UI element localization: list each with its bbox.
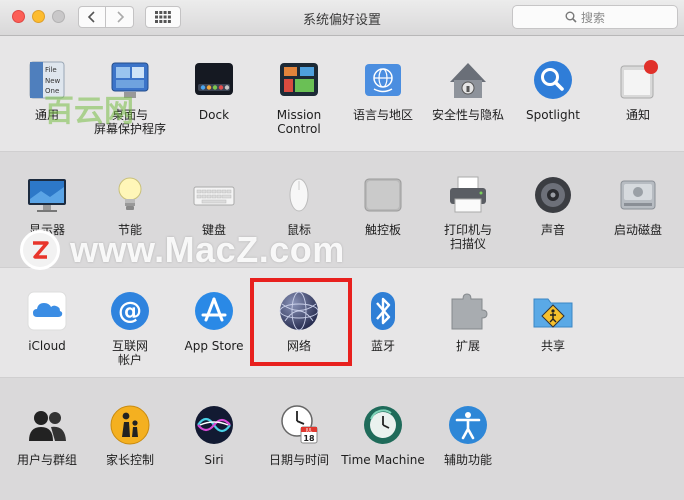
pref-pane-users-groups[interactable]: 用户与群组	[5, 403, 89, 467]
general-icon: File New One	[25, 58, 69, 102]
pref-pane-label: App Store	[184, 339, 244, 353]
pref-pane-label: 触控板	[364, 223, 401, 237]
pref-pane-internet-accounts[interactable]: @ 互联网 帐户	[88, 289, 172, 367]
pref-pane-icloud[interactable]: iCloud	[5, 289, 89, 353]
pref-pane-accessibility[interactable]: 辅助功能	[426, 403, 510, 467]
highlight-box	[250, 278, 352, 366]
pref-pane-app-store[interactable]: App Store	[172, 289, 256, 353]
users-groups-icon	[25, 403, 69, 447]
pref-pane-printer-scanner[interactable]: 打印机与 扫描仪	[426, 173, 510, 251]
spotlight-icon	[531, 58, 575, 102]
energy-saver-icon	[108, 173, 152, 217]
pref-pane-startup-disk[interactable]: 启动磁盘	[596, 173, 680, 237]
pref-pane-label: 键盘	[201, 223, 226, 237]
pref-pane-date-time[interactable]: JUL 18 日期与时间	[257, 403, 341, 467]
search-placeholder: 搜索	[581, 10, 606, 25]
svg-text:JUL: JUL	[305, 427, 313, 432]
pref-pane-mouse[interactable]: 鼠标	[257, 173, 341, 237]
printer-scanner-icon	[446, 173, 490, 217]
pref-pane-label: 启动磁盘	[613, 223, 662, 237]
pref-pane-sharing[interactable]: 共享	[511, 289, 595, 353]
app-store-icon	[192, 289, 236, 333]
pref-pane-trackpad[interactable]: 触控板	[341, 173, 425, 237]
pref-pane-label: Dock	[198, 108, 230, 122]
pref-pane-label: 共享	[540, 339, 565, 353]
pref-pane-time-machine[interactable]: Time Machine	[341, 403, 425, 467]
pref-pane-label: 桌面与 屏幕保护程序	[93, 108, 166, 136]
sharing-icon	[531, 289, 575, 333]
mouse-icon	[277, 173, 321, 217]
pref-pane-label: Spotlight	[526, 108, 580, 122]
pref-pane-label: 节能	[117, 223, 142, 237]
dock-icon	[192, 58, 236, 102]
pref-pane-label: 通用	[34, 108, 59, 122]
displays-icon	[25, 173, 69, 217]
svg-text:18: 18	[303, 434, 315, 443]
pref-pane-energy-saver[interactable]: 节能	[88, 173, 172, 237]
pref-pane-label: 用户与群组	[16, 453, 77, 467]
pref-pane-sound[interactable]: 声音	[511, 173, 595, 237]
pref-pane-label: 通知	[625, 108, 650, 122]
language-region-icon	[361, 58, 405, 102]
pref-pane-label: 扩展	[455, 339, 480, 353]
desktop-screensaver-icon	[108, 58, 152, 102]
accessibility-icon	[446, 403, 490, 447]
pref-pane-general[interactable]: File New One 通用	[5, 58, 89, 122]
date-time-icon: JUL 18	[277, 403, 321, 447]
pref-pane-siri[interactable]: Siri	[172, 403, 256, 467]
search-field[interactable]: 搜索	[512, 5, 678, 29]
pref-pane-displays[interactable]: 显示器	[5, 173, 89, 237]
pref-pane-spotlight[interactable]: Spotlight	[511, 58, 595, 122]
pref-pane-label: 语言与地区	[352, 108, 413, 122]
pref-pane-security-privacy[interactable]: 安全性与隐私	[426, 58, 510, 122]
pref-pane-label: 显示器	[28, 223, 65, 237]
pref-pane-dock[interactable]: Dock	[172, 58, 256, 122]
pref-pane-bluetooth[interactable]: 蓝牙	[341, 289, 425, 353]
svg-text:One: One	[45, 87, 59, 95]
pref-pane-label: 互联网 帐户	[111, 339, 148, 367]
siri-icon	[192, 403, 236, 447]
time-machine-icon	[361, 403, 405, 447]
pref-pane-label: Siri	[204, 453, 224, 467]
pref-pane-keyboard[interactable]: 键盘	[172, 173, 256, 237]
pref-pane-desktop-screensaver[interactable]: 桌面与 屏幕保护程序	[88, 58, 172, 136]
notifications-icon	[616, 58, 660, 102]
startup-disk-icon	[616, 173, 660, 217]
pref-pane-label: 声音	[540, 223, 565, 237]
icloud-icon	[25, 289, 69, 333]
bluetooth-icon	[361, 289, 405, 333]
mission-control-icon	[277, 58, 321, 102]
pref-pane-label: 家长控制	[105, 453, 154, 467]
svg-text:File: File	[45, 66, 57, 74]
pref-pane-label: Mission Control	[276, 108, 322, 136]
keyboard-icon	[192, 173, 236, 217]
pref-pane-notifications[interactable]: 通知	[596, 58, 680, 122]
svg-text:@: @	[118, 297, 142, 325]
pref-pane-label: Time Machine	[341, 453, 425, 467]
pref-pane-label: 辅助功能	[443, 453, 492, 467]
sound-icon	[531, 173, 575, 217]
pref-pane-parental-controls[interactable]: 家长控制	[88, 403, 172, 467]
security-privacy-icon	[446, 58, 490, 102]
extensions-icon	[446, 289, 490, 333]
pref-pane-extensions[interactable]: 扩展	[426, 289, 510, 353]
pref-pane-label: 蓝牙	[370, 339, 395, 353]
pref-pane-label: 鼠标	[286, 223, 311, 237]
trackpad-icon	[361, 173, 405, 217]
title-bar: 系统偏好设置 搜索	[0, 0, 684, 36]
pref-pane-mission-control[interactable]: Mission Control	[257, 58, 341, 136]
internet-accounts-icon: @	[108, 289, 152, 333]
parental-controls-icon	[108, 403, 152, 447]
pref-pane-label: 安全性与隐私	[431, 108, 504, 122]
svg-text:New: New	[45, 77, 61, 85]
pref-pane-label: 日期与时间	[268, 453, 329, 467]
pref-pane-label: 打印机与 扫描仪	[443, 223, 492, 251]
pref-pane-label: iCloud	[28, 339, 66, 353]
search-icon	[565, 11, 577, 23]
pref-pane-language-region[interactable]: 语言与地区	[341, 58, 425, 122]
